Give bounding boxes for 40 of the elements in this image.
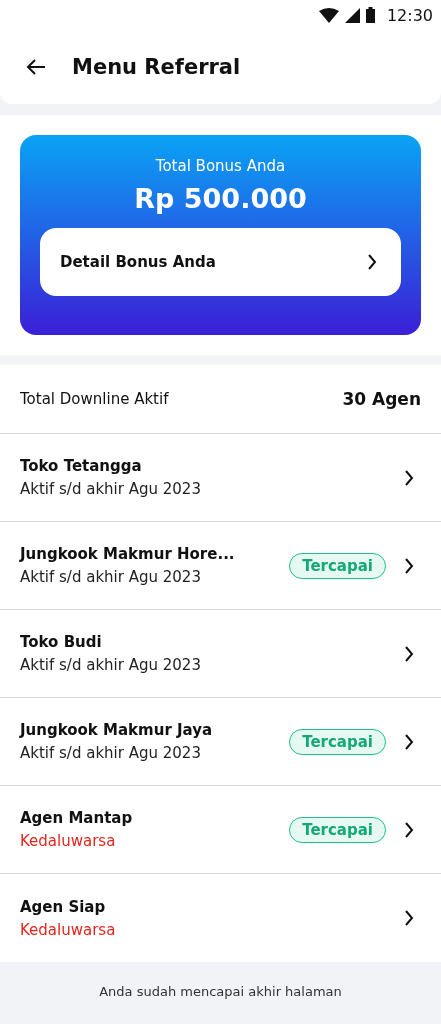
chevron-icon <box>367 254 377 270</box>
agent-status: Aktif s/d akhir Agu 2023 <box>20 480 202 498</box>
agent-status: Aktif s/d akhir Agu 2023 <box>20 656 202 674</box>
end-of-page-note: Anda sudah mencapai akhir halaman <box>99 984 342 1001</box>
summary-value: 30 Agen <box>342 389 421 409</box>
battery-icon <box>365 7 375 23</box>
wifi-icon <box>318 7 339 23</box>
summary-label: Total Downline Aktif <box>20 390 169 408</box>
agent-list-item[interactable]: Agen Mantap Kedaluwarsa Tercapai <box>0 786 441 874</box>
detail-bonus-button[interactable]: Detail Bonus Anda <box>40 228 401 296</box>
agent-status: Aktif s/d akhir Agu 2023 <box>20 568 202 586</box>
chevron-icon <box>404 733 414 750</box>
achieved-badge: Tercapai <box>289 552 386 579</box>
chevron-icon <box>404 557 414 574</box>
back-arrow-icon <box>26 58 46 76</box>
achieved-badge: Tercapai <box>289 728 386 755</box>
agent-name: Toko Budi <box>20 633 103 651</box>
chevron-icon <box>404 645 414 662</box>
agent-list-item[interactable]: Toko Budi Aktif s/d akhir Agu 2023 <box>0 610 441 698</box>
agent-status: Kedaluwarsa <box>20 832 117 850</box>
chevron-icon <box>404 910 414 926</box>
page-title: Menu Referral <box>72 55 241 79</box>
agent-name: Jungkook Makmur Hore... <box>20 545 236 563</box>
agent-list-item[interactable]: Jungkook Makmur Jaya Aktif s/d akhir Agu 2023 Tercapai <box>0 698 441 786</box>
bonus-label: Total Bonus Anda <box>155 157 286 175</box>
bonus-amount: Rp 500.000 <box>134 183 307 214</box>
signal-icon <box>344 7 360 23</box>
agent-list-item[interactable]: Agen Siap Kedaluwarsa <box>0 874 441 962</box>
clock-time: 12:30 <box>386 5 433 25</box>
agent-status: Kedaluwarsa <box>20 920 117 939</box>
chevron-icon <box>404 821 414 838</box>
agent-status: Aktif s/d akhir Agu 2023 <box>20 744 202 762</box>
agent-name: Agen Siap <box>20 897 107 916</box>
chevron-icon <box>404 469 414 486</box>
agent-list-item[interactable]: Toko Tetangga Aktif s/d akhir Agu 2023 <box>0 434 441 522</box>
agent-name: Jungkook Makmur Jaya <box>20 721 214 739</box>
achieved-badge: Tercapai <box>289 816 386 843</box>
agent-name: Agen Mantap <box>20 809 134 827</box>
agent-name: Toko Tetangga <box>20 457 143 475</box>
agent-list-item[interactable]: Jungkook Makmur Hore... Aktif s/d akhir Agu 2023 Tercapai <box>0 522 441 610</box>
